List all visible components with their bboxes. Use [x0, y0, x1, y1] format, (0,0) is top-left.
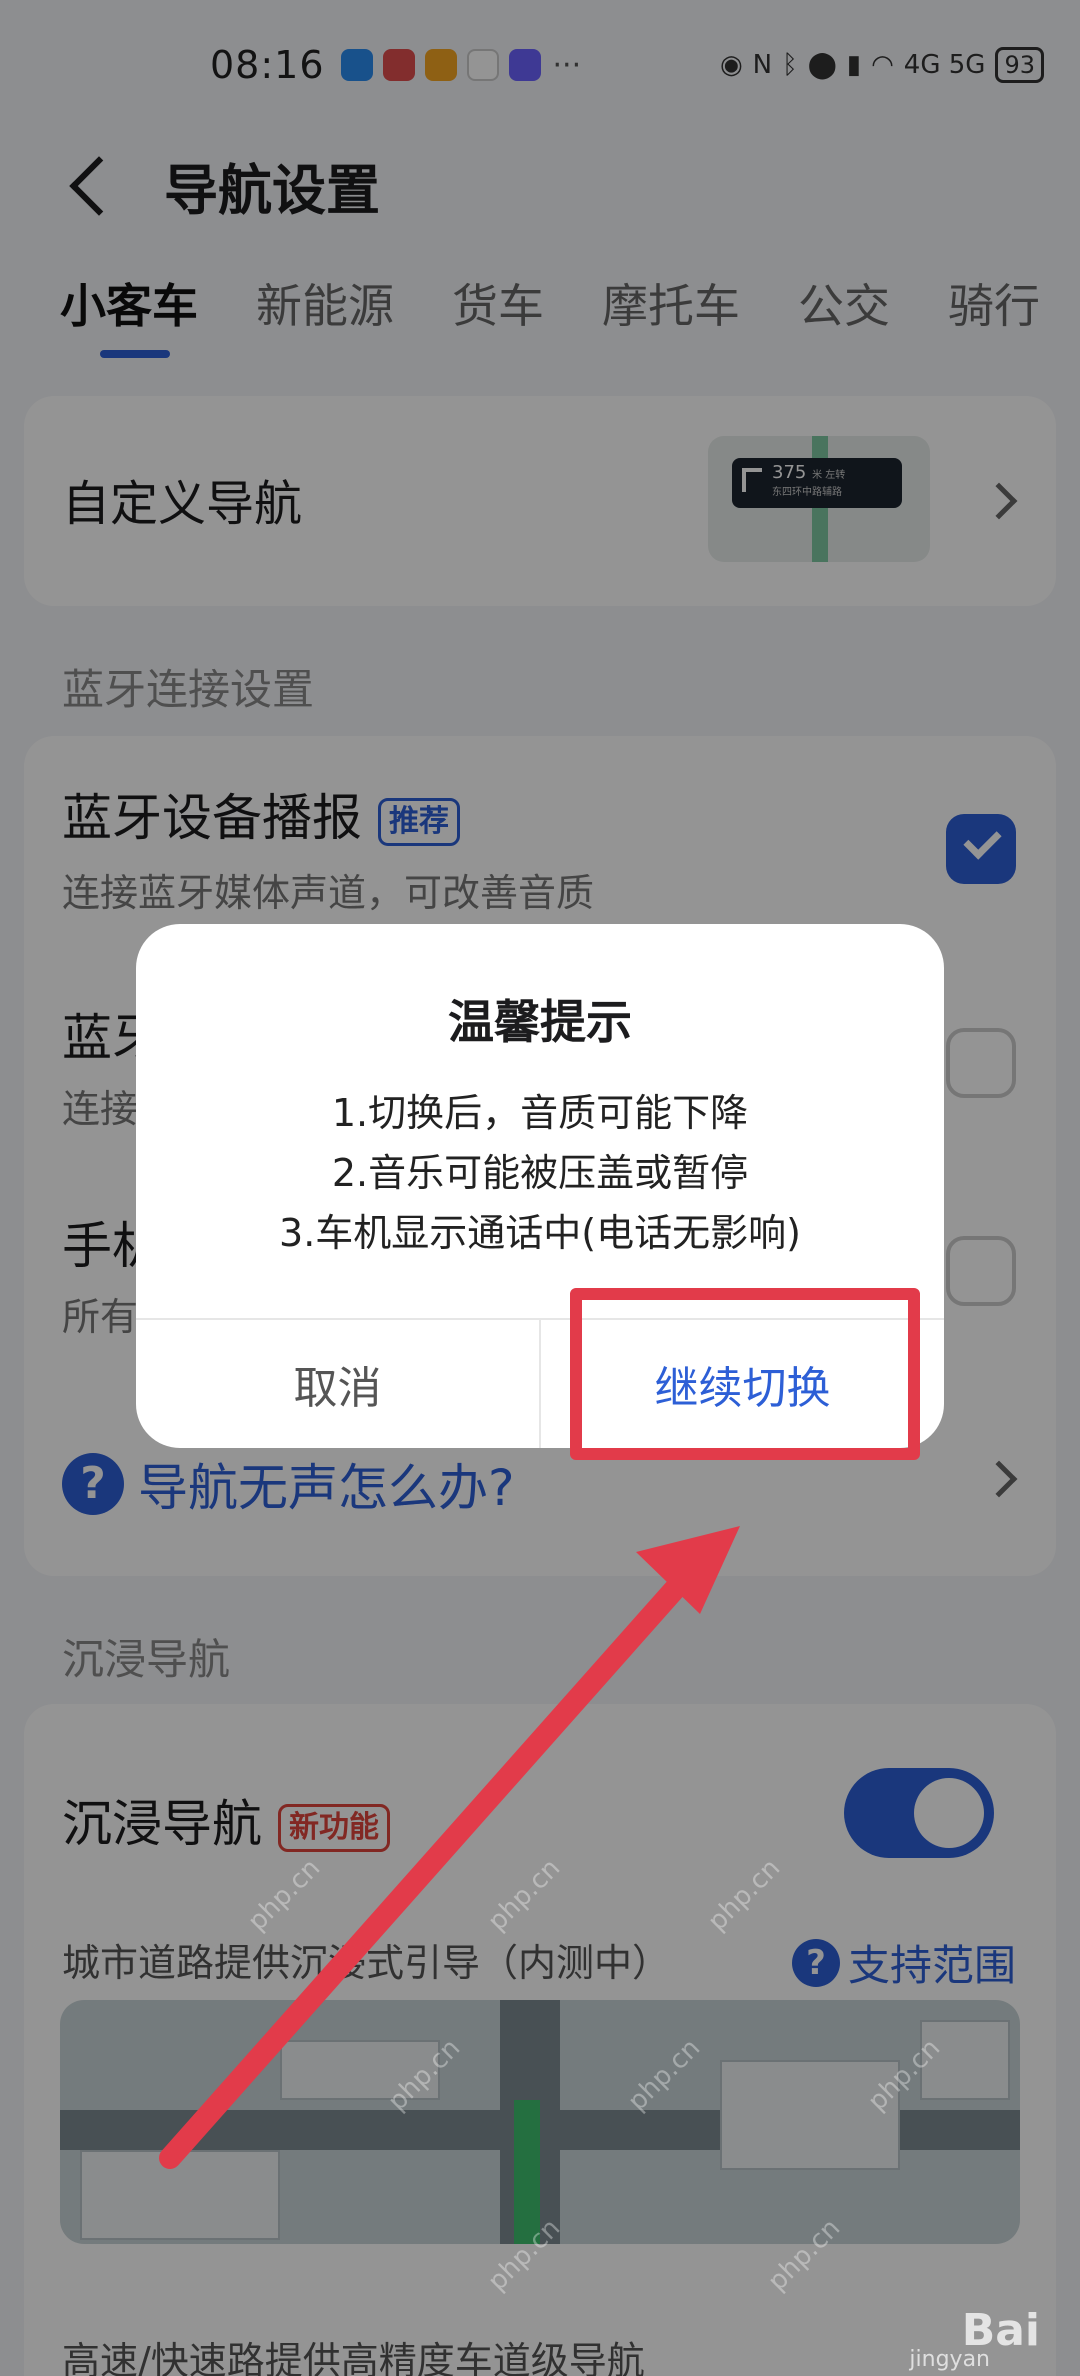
baidu-logo-sub: jingyan	[909, 2347, 990, 2372]
annotation-arrow	[159, 1526, 740, 2169]
